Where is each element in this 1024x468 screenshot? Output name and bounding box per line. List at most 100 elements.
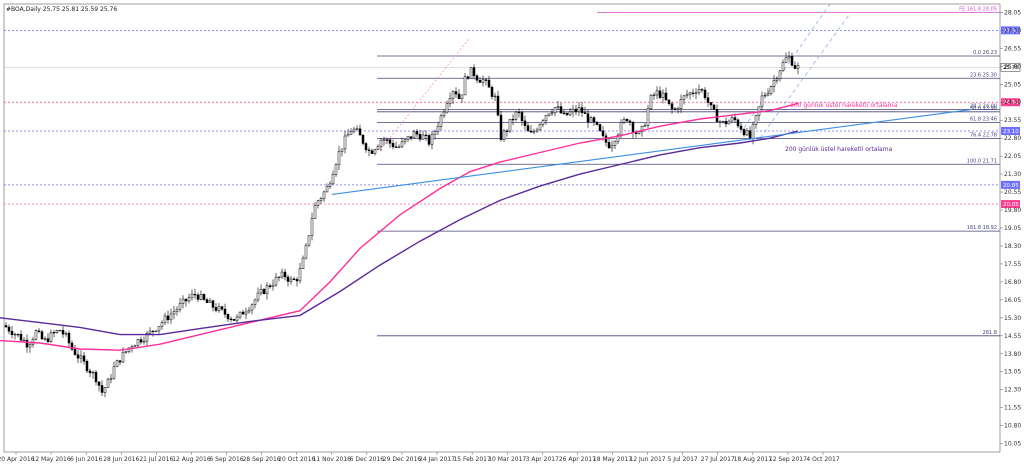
candle-body <box>286 276 290 282</box>
candle-body <box>784 57 788 63</box>
candle-body <box>568 111 572 116</box>
candle-body <box>424 134 428 137</box>
candle-body <box>673 108 677 110</box>
fib-level-label: 23.6 25.30 <box>970 72 997 78</box>
candle-body <box>163 315 167 323</box>
candle-body <box>196 294 200 300</box>
candle-body <box>475 75 479 81</box>
candle-body <box>193 293 197 296</box>
candle-body <box>229 318 233 320</box>
candle-body <box>610 144 614 149</box>
ma100-label: 100 günlük üstel hareketli ortalama <box>790 102 898 109</box>
candle-body <box>346 134 350 137</box>
fib-level-label: 161.8 18.92 <box>967 225 997 231</box>
candle-body <box>151 330 155 333</box>
candle-body <box>517 111 521 114</box>
candle-body <box>718 121 722 123</box>
candle-body <box>787 55 791 59</box>
y-tick-label: 26.55 <box>1004 45 1021 52</box>
candle-body <box>772 80 776 87</box>
candle-body <box>376 145 380 150</box>
candle-body <box>661 92 665 98</box>
candle-body <box>625 118 629 122</box>
candle-body <box>613 141 617 146</box>
price-chart[interactable]: FE 161.8 28.050.0 26.2323.6 25.3038.2 24… <box>0 0 1024 464</box>
candle-body <box>247 309 251 313</box>
candle-body <box>211 300 215 308</box>
candle-body <box>388 139 392 144</box>
candle-body <box>436 126 440 132</box>
candle-body <box>445 103 449 113</box>
candle-body <box>217 306 221 311</box>
candle-body <box>157 326 161 332</box>
candle-body <box>652 94 656 97</box>
candle-body <box>580 107 584 113</box>
candle-body <box>40 331 44 340</box>
candle-body <box>109 377 113 380</box>
candle-body <box>349 131 353 135</box>
candle-body <box>178 303 182 310</box>
x-tick-label: 6 Jun 2016 <box>70 456 102 463</box>
candle-body <box>367 149 371 151</box>
y-tick-label: 16.80 <box>1004 279 1021 286</box>
candle-body <box>73 349 77 356</box>
candle-body <box>742 129 746 136</box>
candle-body <box>394 146 398 148</box>
candle-body <box>187 297 191 302</box>
x-tick-label: 12 May 2016 <box>32 456 71 463</box>
candle-body <box>586 113 590 123</box>
candle-body <box>508 118 512 132</box>
candle-body <box>418 134 422 140</box>
candle-body <box>37 330 41 332</box>
candle-body <box>91 371 95 374</box>
candle-body <box>115 360 119 368</box>
candle-body <box>214 307 218 311</box>
candle-body <box>340 148 344 152</box>
candle-body <box>526 125 530 132</box>
candle-body <box>4 325 8 328</box>
candle-body <box>313 205 317 219</box>
candle-body <box>34 330 38 340</box>
candle-body <box>46 338 50 342</box>
candle-body <box>595 121 599 125</box>
candle-body <box>295 279 299 282</box>
candle-body <box>766 93 770 96</box>
candle-body <box>223 308 227 315</box>
candle-body <box>628 120 632 123</box>
candle-body <box>775 78 779 81</box>
candle-body <box>715 109 719 123</box>
candle-body <box>685 94 689 97</box>
candle-body <box>532 130 536 133</box>
y-tick-label: 13.05 <box>1004 369 1021 376</box>
candle-body <box>430 134 434 145</box>
candle-body <box>676 108 680 110</box>
candle-body <box>55 330 59 333</box>
price-tag-label: 23.10 <box>1003 129 1019 135</box>
candle-body <box>49 332 53 342</box>
candle-body <box>793 65 797 69</box>
candle-body <box>562 112 566 115</box>
candle-body <box>463 76 467 96</box>
candle-body <box>181 298 185 304</box>
x-tick-label: 5 Jul 2017 <box>668 456 698 463</box>
candle-body <box>529 130 533 133</box>
x-tick-label: 12 Aug 2016 <box>172 456 211 463</box>
candle-body <box>520 112 524 122</box>
candle-body <box>721 120 725 123</box>
candle-body <box>754 115 758 125</box>
candle-body <box>433 131 437 136</box>
x-tick-label: 12 Sep 2017 <box>769 456 807 463</box>
candle-body <box>334 164 338 175</box>
candle-body <box>82 355 86 362</box>
candle-body <box>523 120 527 126</box>
candle-body <box>649 94 653 109</box>
candle-body <box>154 330 158 332</box>
candle-body <box>232 319 236 321</box>
candle-body <box>337 151 341 166</box>
candle-body <box>634 132 638 135</box>
candle-body <box>226 314 230 320</box>
candle-body <box>484 79 488 81</box>
y-tick-label: 10.05 <box>1004 441 1021 448</box>
candle-body <box>19 333 23 341</box>
candle-body <box>547 113 551 116</box>
